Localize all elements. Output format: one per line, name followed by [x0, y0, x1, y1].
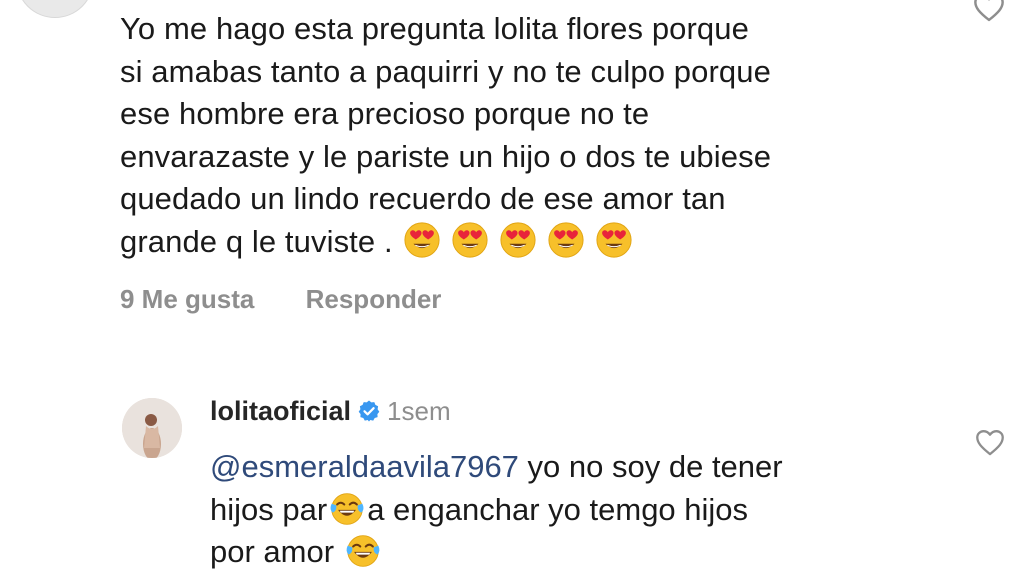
tears-of-joy-emoji [346, 535, 380, 567]
heart-eyes-emoji [452, 221, 488, 258]
reply-line: hijos par a enganchar yo temgo hijos [210, 489, 950, 532]
reply-line: @esmeraldaavila7967 yo no soy de tener [210, 446, 950, 489]
reply-username[interactable]: lolitaoficial [210, 396, 351, 426]
reply-line: por amor [210, 531, 950, 574]
reply-text-segment: a enganchar yo temgo hijos [367, 491, 749, 527]
comment-line: si amabas tanto a paquirri y no te culpo… [120, 53, 771, 89]
mention-link[interactable]: @esmeraldaavila7967 [210, 449, 519, 484]
reply-text-segment: yo no soy de tener [518, 449, 783, 484]
commenter-avatar[interactable] [16, 0, 94, 18]
reply-avatar[interactable] [122, 398, 182, 458]
comment-line-last: grande q le tuviste . [120, 221, 920, 264]
likes-count[interactable]: 9 Me gusta [120, 284, 254, 315]
reply-text-segment: por amor [210, 534, 343, 569]
emoji-group [403, 221, 643, 264]
comment-body: Yo me hago esta pregunta lolita flores p… [120, 8, 920, 263]
heart-eyes-emoji [596, 221, 632, 258]
comment-line: grande q le tuviste . [120, 223, 393, 259]
tears-of-joy-emoji [330, 492, 364, 525]
comment-line: Yo me hago esta pregunta lolita flores p… [120, 11, 749, 46]
like-heart-icon[interactable] [972, 0, 1006, 22]
reply-body: @esmeraldaavila7967 yo no soy de tener h… [210, 446, 950, 574]
comment-thread: Yo me hago esta pregunta lolita flores p… [0, 0, 1024, 576]
avatar-photo-icon [122, 398, 182, 458]
reply-header: lolitaoficial 1sem [210, 396, 451, 427]
heart-eyes-emoji [548, 221, 584, 258]
reply-button[interactable]: Responder [306, 284, 442, 315]
comment-line: envarazaste y le pariste un hijo o dos t… [120, 138, 772, 174]
reply-like-heart-icon[interactable] [974, 428, 1006, 456]
comment-line: quedado un lindo recuerdo de ese amor ta… [120, 181, 726, 216]
heart-eyes-emoji [404, 221, 440, 258]
comment-actions: 9 Me gusta Responder [120, 284, 441, 315]
reply-text-segment: hijos par [210, 491, 328, 527]
comment-line: ese hombre era precioso porque no te [120, 96, 650, 131]
reply-timestamp: 1sem [387, 396, 451, 426]
verified-badge-icon [358, 400, 380, 422]
heart-eyes-emoji [500, 221, 536, 258]
